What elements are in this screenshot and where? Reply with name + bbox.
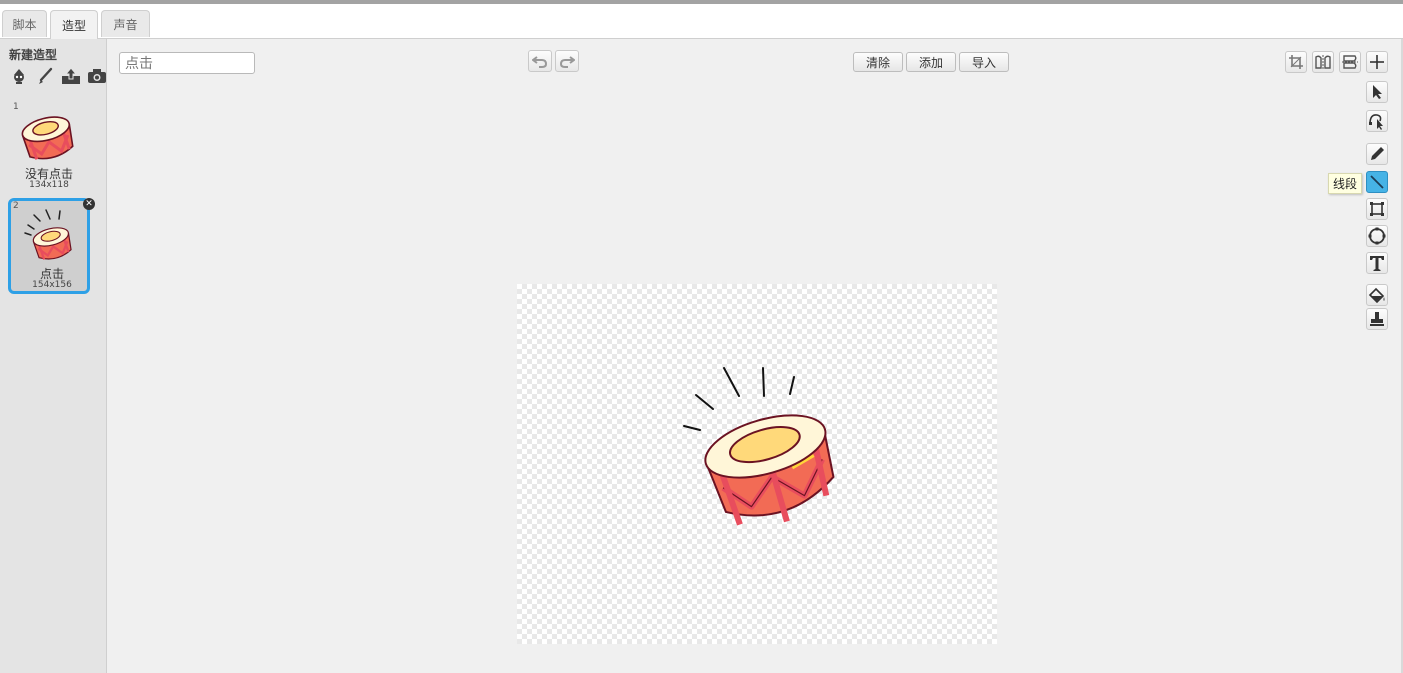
costume-name-input[interactable] (119, 52, 255, 74)
costume-thumbnail (24, 209, 72, 260)
tab-costumes[interactable]: 造型 (50, 10, 98, 39)
costume-thumbnail (21, 116, 74, 160)
fill-tool[interactable] (1366, 284, 1388, 306)
pencil-tool[interactable] (1366, 143, 1388, 165)
tool-tooltip: 线段 (1328, 173, 1363, 194)
costume-size: 134x118 (29, 180, 69, 190)
stamp-icon (1370, 312, 1384, 326)
redo-button[interactable] (555, 50, 579, 72)
flip-horizontal-button[interactable] (1312, 51, 1334, 73)
pencil-icon (1371, 147, 1384, 160)
text-tool[interactable] (1366, 252, 1388, 274)
paint-brush-icon[interactable] (35, 66, 55, 86)
reshape-icon (1369, 114, 1383, 130)
camera-icon[interactable] (87, 66, 107, 86)
clear-button[interactable]: 清除 (853, 52, 903, 72)
ellipse-tool[interactable] (1366, 225, 1388, 247)
text-icon (1370, 256, 1384, 271)
costume-number: 2 (13, 201, 19, 211)
undo-button[interactable] (528, 50, 552, 72)
rectangle-tool[interactable] (1366, 198, 1388, 220)
fill-icon (1368, 287, 1385, 303)
undo-icon (532, 56, 548, 68)
costume-item-2[interactable]: 2 ✕ 点击 154x156 (8, 198, 95, 294)
import-button[interactable]: 导入 (959, 52, 1009, 72)
crop-icon (1289, 55, 1303, 69)
tab-bar: 脚本 造型 声音 (0, 4, 1403, 39)
sprite-library-icon[interactable] (9, 66, 29, 86)
rectangle-icon (1370, 202, 1384, 216)
add-button[interactable]: 添加 (906, 52, 956, 72)
ellipse-icon (1368, 227, 1386, 245)
stamp-tool[interactable] (1366, 308, 1388, 330)
costume-sidebar: 新建造型 1 没有点击 134x118 2 ✕ 点击 154x156 (0, 39, 107, 673)
costume-size: 154x156 (32, 280, 72, 290)
line-icon (1370, 175, 1384, 189)
costume-item-1[interactable]: 1 没有点击 134x118 (8, 100, 90, 195)
set-center-button[interactable] (1366, 51, 1388, 73)
select-icon (1373, 85, 1382, 99)
new-costume-icons (9, 66, 107, 86)
reshape-tool[interactable] (1366, 110, 1388, 132)
tab-scripts[interactable]: 脚本 (2, 10, 47, 37)
upload-icon[interactable] (61, 66, 81, 86)
new-costume-title: 新建造型 (9, 48, 58, 62)
flip-horizontal-icon (1315, 55, 1331, 69)
delete-costume-icon[interactable]: ✕ (83, 198, 95, 210)
select-tool[interactable] (1366, 81, 1388, 103)
tab-sounds[interactable]: 声音 (101, 10, 150, 37)
paint-canvas[interactable] (517, 284, 997, 644)
flip-vertical-button[interactable] (1339, 51, 1361, 73)
redo-icon (559, 56, 575, 68)
flip-vertical-icon (1342, 55, 1358, 69)
line-tool[interactable] (1366, 171, 1388, 193)
crop-button[interactable] (1285, 51, 1307, 73)
set-center-icon (1370, 55, 1384, 69)
drum-drawing (683, 367, 835, 526)
